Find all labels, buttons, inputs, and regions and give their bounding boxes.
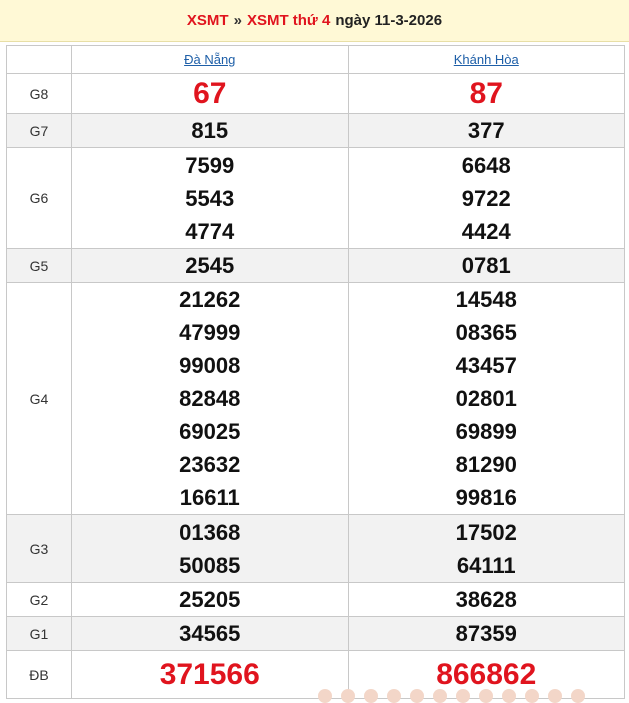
- winning-number: 815: [191, 118, 229, 143]
- province-khanh-hoa-link[interactable]: Khánh Hòa: [347, 45, 625, 74]
- winning-number: 02801: [455, 386, 517, 411]
- winning-number: 377: [467, 118, 505, 143]
- prize-label: G4: [6, 282, 72, 515]
- winning-number: 82848: [179, 386, 241, 411]
- prize-label: G8: [6, 73, 72, 114]
- prize-cell-da-nang: 25205: [71, 582, 349, 617]
- prize-row-g5: G5 2545 0781: [6, 248, 625, 283]
- dot-icon: [410, 689, 424, 703]
- prize-cell-da-nang: 21262 47999 99008 82848 69025 23632 1661…: [71, 282, 349, 515]
- special-winning-number: 866862: [436, 658, 537, 691]
- winning-number: 99008: [179, 353, 241, 378]
- winning-number: 0781: [461, 253, 511, 278]
- loading-dots: [318, 689, 585, 703]
- dot-icon: [502, 689, 516, 703]
- dot-icon: [387, 689, 401, 703]
- dot-icon: [341, 689, 355, 703]
- winning-number: 43457: [455, 353, 517, 378]
- prize-row-g4: G4 21262 47999 99008 82848 69025 23632 1…: [6, 282, 625, 515]
- special-winning-number: 371566: [159, 658, 260, 691]
- header-corner: [6, 45, 72, 74]
- winning-number: 7599: [185, 152, 235, 178]
- winning-number: 69899: [455, 419, 517, 444]
- prize-cell-da-nang: 7599 5543 4774: [71, 147, 349, 249]
- prize-label: G5: [6, 248, 72, 283]
- prize-row-g2: G2 25205 38628: [6, 582, 625, 617]
- winning-number: 5543: [185, 185, 235, 211]
- prize-cell-khanh-hoa: 87359: [347, 616, 625, 651]
- dot-icon: [525, 689, 539, 703]
- winning-number: 47999: [179, 320, 241, 345]
- winning-number: 87: [469, 77, 503, 110]
- province-header-row: Đà Nẵng Khánh Hòa: [6, 45, 625, 74]
- winning-number: 99816: [455, 485, 517, 510]
- prize-row-g6: G6 7599 5543 4774 6648 9722 4424: [6, 147, 625, 249]
- prize-cell-da-nang: 01368 50085: [71, 514, 349, 583]
- winning-number: 2545: [185, 253, 235, 278]
- prize-row-g7: G7 815 377: [6, 113, 625, 148]
- prize-cell-khanh-hoa: 87: [347, 73, 625, 114]
- winning-number: 16611: [179, 485, 240, 510]
- prize-label: G6: [6, 147, 72, 249]
- prize-cell-khanh-hoa: 14548 08365 43457 02801 69899 81290 9981…: [347, 282, 625, 515]
- winning-number: 50085: [179, 552, 241, 578]
- dot-icon: [433, 689, 447, 703]
- winning-number: 08365: [455, 320, 517, 345]
- prize-cell-da-nang: 371566: [71, 650, 349, 699]
- dot-icon: [548, 689, 562, 703]
- prize-row-g8: G8 67 87: [6, 73, 625, 114]
- dot-icon: [364, 689, 378, 703]
- winning-number: 6648: [461, 152, 511, 178]
- winning-number: 81290: [455, 452, 517, 477]
- winning-number: 21262: [179, 287, 241, 312]
- breadcrumb-separator: »: [233, 12, 242, 29]
- winning-number: 14548: [455, 287, 517, 312]
- prize-label: G7: [6, 113, 72, 148]
- province-da-nang-link[interactable]: Đà Nẵng: [71, 45, 349, 74]
- prize-cell-da-nang: 2545: [71, 248, 349, 283]
- winning-number: 87359: [455, 621, 517, 646]
- prize-label: G3: [6, 514, 72, 583]
- prize-label: ĐB: [6, 650, 72, 699]
- dot-icon: [318, 689, 332, 703]
- breadcrumb: XSMT » XSMT thứ 4 ngày 11-3-2026: [0, 0, 629, 42]
- winning-number: 01368: [179, 519, 241, 545]
- prize-cell-da-nang: 34565: [71, 616, 349, 651]
- breadcrumb-xsmt-link[interactable]: XSMT: [187, 12, 229, 29]
- winning-number: 64111: [456, 552, 516, 578]
- prize-row-g3: G3 01368 50085 17502 64111: [6, 514, 625, 583]
- prize-cell-da-nang: 815: [71, 113, 349, 148]
- dot-icon: [571, 689, 585, 703]
- prize-cell-da-nang: 67: [71, 73, 349, 114]
- prize-cell-khanh-hoa: 377: [347, 113, 625, 148]
- winning-number: 67: [193, 77, 227, 110]
- draw-date: ngày 11-3-2026: [335, 12, 443, 29]
- winning-number: 4424: [461, 218, 511, 244]
- prize-cell-khanh-hoa: 0781: [347, 248, 625, 283]
- winning-number: 4774: [185, 218, 235, 244]
- prize-cell-khanh-hoa: 17502 64111: [347, 514, 625, 583]
- winning-number: 25205: [179, 587, 241, 612]
- winning-number: 38628: [455, 587, 517, 612]
- winning-number: 17502: [455, 519, 517, 545]
- dot-icon: [456, 689, 470, 703]
- prize-row-g1: G1 34565 87359: [6, 616, 625, 651]
- prize-cell-khanh-hoa: 6648 9722 4424: [347, 147, 625, 249]
- prize-label: G1: [6, 616, 72, 651]
- breadcrumb-xsmt-wednesday-link[interactable]: XSMT thứ 4: [247, 12, 330, 29]
- prize-cell-khanh-hoa: 38628: [347, 582, 625, 617]
- winning-number: 23632: [179, 452, 241, 477]
- winning-number: 34565: [179, 621, 241, 646]
- prize-label: G2: [6, 582, 72, 617]
- winning-number: 9722: [461, 185, 511, 211]
- results-table: Đà Nẵng Khánh Hòa G8 67 87 G7 815 377 G6: [6, 45, 625, 699]
- winning-number: 69025: [179, 419, 241, 444]
- dot-icon: [479, 689, 493, 703]
